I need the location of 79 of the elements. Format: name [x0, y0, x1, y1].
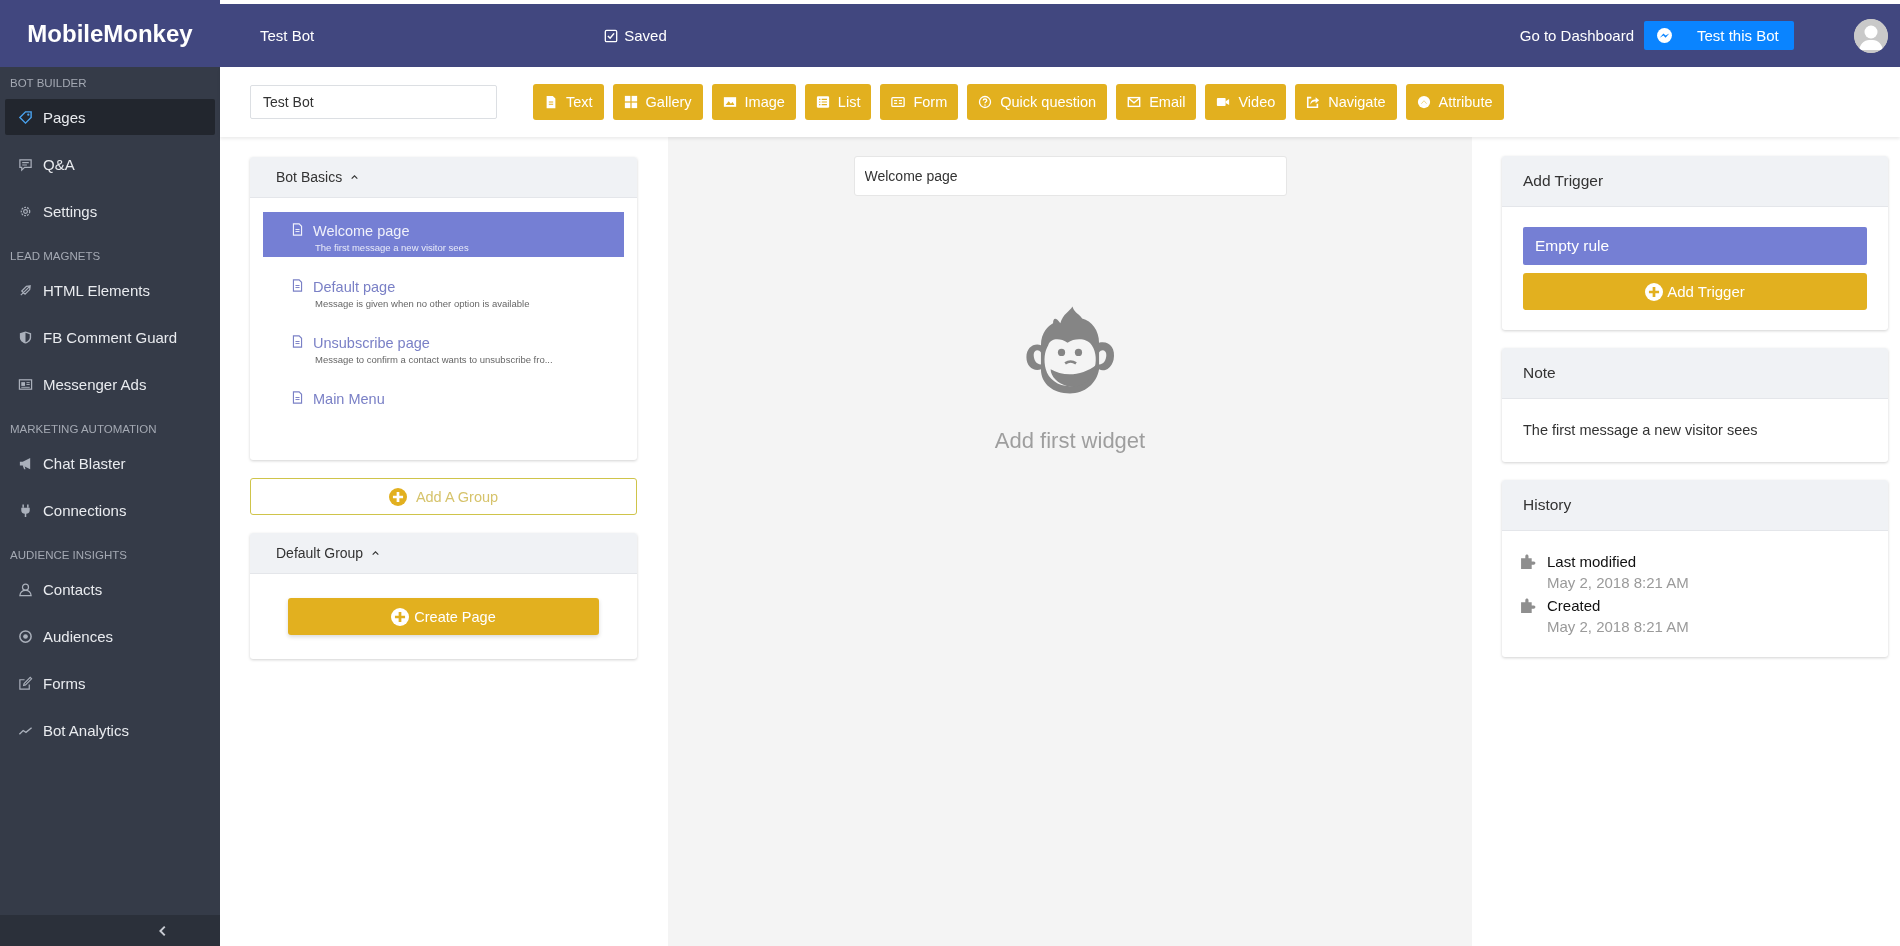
group-title: Bot Basics [276, 169, 343, 185]
sidebar-item[interactable]: HTML Elements [5, 272, 215, 308]
sidebar-item[interactable]: Audiences [5, 618, 215, 654]
edit-icon [18, 675, 33, 691]
history-event-time: May 2, 2018 8:21 AM [1547, 618, 1689, 635]
bot-name-field[interactable]: Test Bot [250, 85, 497, 119]
plug-icon [18, 502, 33, 518]
sidebar-item[interactable]: Settings [5, 193, 215, 229]
page-title-field[interactable]: Welcome page [853, 156, 1287, 196]
group-header[interactable]: Bot Basics [250, 157, 637, 198]
plus-circle-icon [388, 487, 407, 506]
shield-icon [18, 329, 33, 345]
logo-text: MobileMonkey [0, 0, 220, 67]
history-event-label: Last modified [1547, 553, 1638, 570]
video-camera-icon [1216, 95, 1231, 109]
sidebar-item[interactable]: Q&A [5, 146, 215, 182]
sidebar-item[interactable]: FB Comment Guard [5, 319, 215, 355]
messenger-icon [1656, 27, 1673, 44]
sidebar-item[interactable]: Connections [5, 492, 215, 528]
plus-circle-icon [391, 607, 410, 626]
newspaper-icon [18, 376, 33, 392]
tag-icon [18, 109, 33, 125]
list-icon [815, 95, 830, 109]
save-status: Saved [604, 27, 667, 44]
sidebar-item[interactable]: Forms [5, 665, 215, 701]
page-item[interactable]: Default page Message is given when no other option is available [263, 268, 624, 313]
bot-name: Test Bot [260, 27, 315, 44]
empty-state-message: Add first widget [994, 428, 1146, 454]
megaphone-icon [18, 455, 33, 471]
section-heading: AUDIENCE INSIGHTS [9, 548, 128, 563]
document-icon [544, 95, 558, 109]
note-text: The first message a new visitor sees [1522, 421, 1759, 440]
history-event-time: May 2, 2018 8:21 AM [1547, 574, 1689, 591]
page-title: Main Menu [313, 391, 385, 407]
sidebar-item[interactable]: Contacts [5, 571, 215, 607]
checkbox-icon [604, 28, 619, 43]
document-icon [291, 279, 304, 292]
grid-icon [623, 95, 638, 109]
section-heading: BOT BUILDER [9, 76, 88, 91]
plus-circle-icon [1645, 282, 1664, 301]
page-title: Unsubscribe page [313, 335, 431, 351]
page-description: The first message a new visitor sees [315, 242, 469, 253]
group-title: Default Group [276, 545, 364, 561]
sidebar-item[interactable]: Chat Blaster [5, 445, 215, 481]
section-heading: LEAD MAGNETS [9, 249, 102, 264]
page-title: Welcome page [313, 223, 411, 239]
page-item[interactable]: Welcome page The first message a new visitor sees [263, 212, 624, 257]
question-icon [978, 95, 993, 109]
group-header[interactable]: Default Group [250, 533, 637, 574]
circle-icon [1416, 95, 1431, 109]
image-icon [722, 95, 737, 109]
card-icon [891, 95, 906, 109]
chat-icon [18, 156, 33, 172]
test-bot-button[interactable]: Test this Bot [1644, 21, 1794, 50]
envelope-icon [1127, 95, 1142, 109]
share-icon [1306, 95, 1321, 109]
sidebar-item[interactable]: Bot Analytics [5, 712, 215, 748]
puzzle-icon [1520, 553, 1537, 570]
rule-item[interactable]: Empty rule [1523, 227, 1867, 265]
sidebar-item[interactable]: Pages [5, 99, 215, 135]
card-title: History [1502, 480, 1888, 531]
dashboard-link[interactable]: Go to Dashboard [1519, 27, 1634, 44]
page-description: Message is given when no other option is available [315, 298, 530, 309]
document-icon [291, 335, 304, 348]
person-icon [18, 581, 33, 597]
history-event-label: Created [1547, 597, 1602, 614]
puzzle-icon [1520, 597, 1537, 614]
card-title: Add Trigger [1502, 156, 1888, 207]
page-description: Message to confirm a contact wants to unsubscribe fro... [315, 354, 553, 365]
target-icon [18, 628, 33, 644]
avatar-icon[interactable] [1854, 18, 1888, 53]
document-icon [291, 223, 304, 236]
page-title: Default page [313, 279, 397, 295]
page-item[interactable]: Main Menu [263, 380, 624, 425]
sidebar-item[interactable]: Messenger Ads [5, 366, 215, 402]
card-title: Note [1502, 348, 1888, 399]
document-icon [291, 391, 304, 404]
section-heading: MARKETING AUTOMATION [9, 422, 158, 437]
page-item[interactable]: Unsubscribe page Message to confirm a contact wants to unsubscribe fro... [263, 324, 624, 369]
